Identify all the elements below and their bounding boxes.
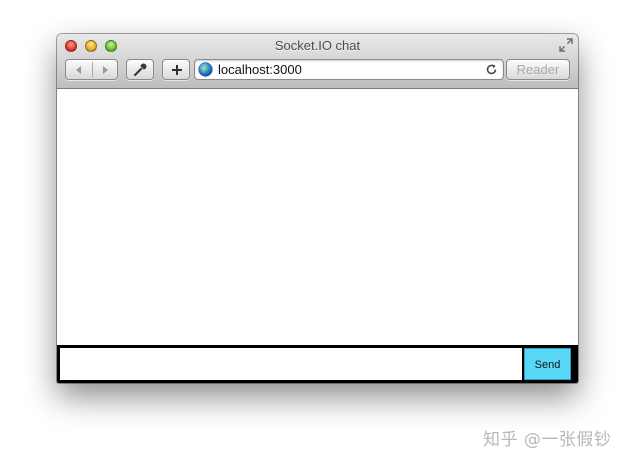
- watermark-text: 知乎 @一张假钞: [483, 430, 612, 450]
- send-button[interactable]: Send: [524, 348, 571, 380]
- chevron-left-icon[interactable]: [72, 63, 86, 77]
- globe-icon: [198, 62, 213, 77]
- url-text: localhost:3000: [218, 62, 302, 77]
- chat-form: Send: [57, 345, 578, 383]
- plus-icon: [172, 65, 182, 75]
- browser-chrome: Socket.IO chat localhost:3000 Reader: [57, 34, 578, 89]
- fullscreen-icon[interactable]: [559, 38, 573, 52]
- tools-button[interactable]: [126, 59, 154, 80]
- reader-button[interactable]: Reader: [506, 59, 570, 80]
- chevron-right-icon[interactable]: [98, 63, 112, 77]
- reload-icon[interactable]: [485, 63, 498, 76]
- add-bookmark-button[interactable]: [162, 59, 190, 80]
- browser-window: Socket.IO chat localhost:3000 Reader Sen…: [57, 34, 578, 383]
- page-content: [57, 89, 578, 345]
- nav-divider: [92, 62, 93, 77]
- navigation-buttons: [65, 59, 118, 80]
- wrench-icon: [133, 63, 147, 77]
- window-title: Socket.IO chat: [274, 38, 361, 53]
- address-bar[interactable]: localhost:3000: [194, 59, 504, 80]
- message-input[interactable]: [60, 348, 522, 380]
